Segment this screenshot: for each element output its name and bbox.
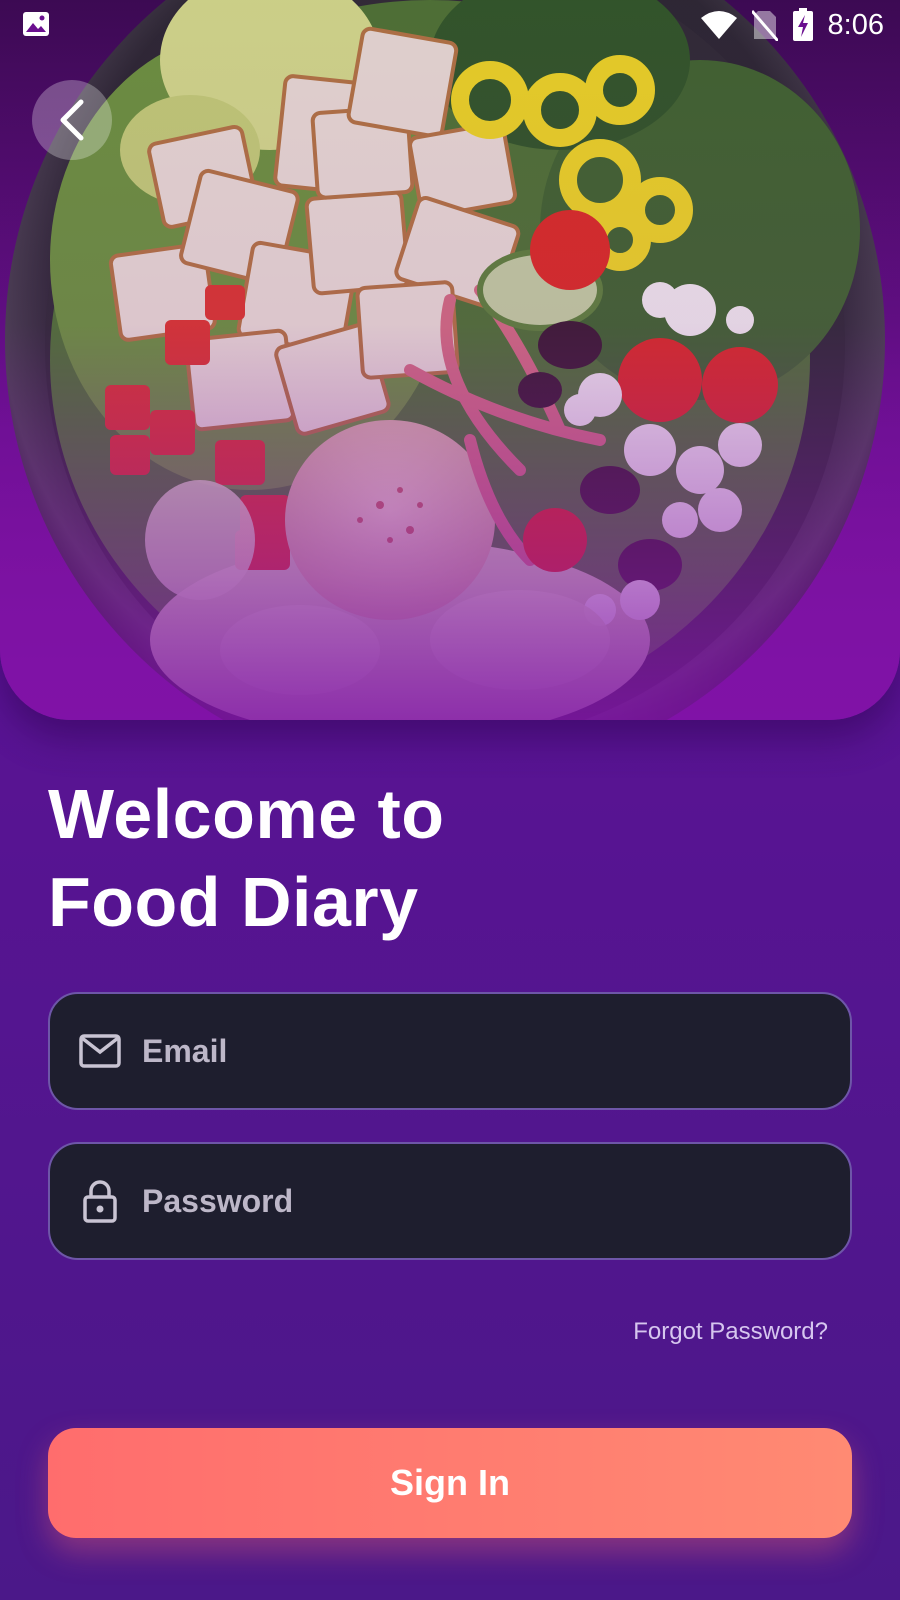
no-sim-icon [751, 10, 778, 41]
back-button[interactable] [32, 80, 112, 160]
status-bar: 8:06 [0, 0, 900, 50]
mail-icon [76, 1027, 124, 1075]
battery-charging-icon [792, 8, 813, 41]
password-input[interactable] [142, 1144, 850, 1258]
image-icon [23, 12, 49, 36]
hero-image [0, 0, 900, 720]
welcome-title-line1: Welcome to [48, 775, 445, 853]
forgot-password-link[interactable]: Forgot Password? [633, 1318, 828, 1346]
status-time: 8:06 [827, 8, 884, 41]
email-field[interactable] [48, 992, 852, 1110]
status-icons: 8:06 [700, 6, 884, 44]
lock-icon [76, 1177, 124, 1225]
login-screen: 8:06 Welcome to Food Diary Email Forgot … [0, 0, 900, 1600]
hero-gradient-overlay [0, 0, 900, 720]
wifi-icon [700, 11, 737, 39]
welcome-title: Welcome to Food Diary [48, 770, 748, 946]
chevron-left-icon [60, 99, 84, 141]
password-field[interactable] [48, 1142, 852, 1260]
email-input[interactable] [142, 994, 850, 1108]
sign-in-button[interactable]: Sign In [48, 1428, 852, 1538]
welcome-title-line2: Food Diary [48, 863, 419, 941]
